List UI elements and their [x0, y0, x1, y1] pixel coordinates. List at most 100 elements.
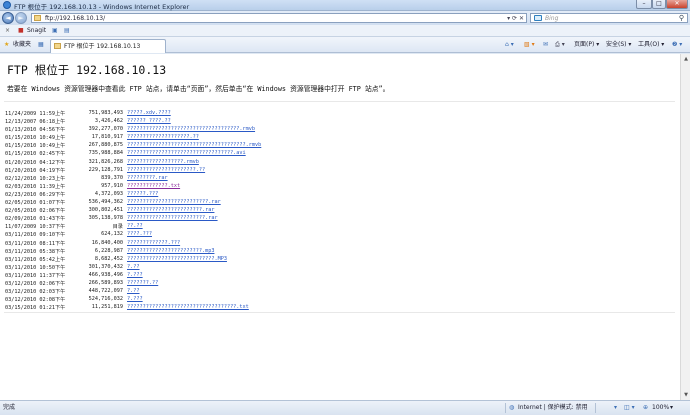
- file-size: 目录: [112, 224, 123, 231]
- file-size: 321,826,268: [88, 158, 123, 165]
- file-date: 01/20/2010 04:12下午: [5, 159, 66, 166]
- address-bar[interactable]: ftp://192.168.10.13/ ▾ ⟳ ✕: [31, 13, 527, 23]
- close-window-button[interactable]: ✕: [666, 0, 688, 9]
- page-title: FTP 根位于 192.168.10.13: [7, 63, 167, 77]
- file-link[interactable]: ?????.xdv.????: [127, 110, 171, 116]
- capture-icon[interactable]: ▣: [52, 26, 58, 36]
- addon-icon[interactable]: ◫ ▾: [624, 403, 635, 413]
- snagit-toolbar: × ■ Snagit ▣ ▤: [0, 25, 690, 37]
- file-link[interactable]: ?????????.rar: [127, 175, 168, 181]
- scroll-up-icon[interactable]: ▲: [682, 55, 690, 63]
- forward-button[interactable]: ►: [15, 12, 27, 24]
- file-link[interactable]: ????????????????????.??: [127, 134, 199, 140]
- file-date: 03/11/2010 09:10下午: [5, 232, 66, 239]
- popup-icon[interactable]: ▾: [614, 403, 617, 413]
- file-size: 536,494,362: [88, 199, 123, 206]
- file-size: 16,840,400: [91, 239, 123, 246]
- file-link[interactable]: ????????????????????????????.MP3: [127, 256, 227, 262]
- quick-tabs-icon[interactable]: ▦: [38, 40, 44, 50]
- page-menu[interactable]: 页面(P) ▾: [574, 40, 599, 50]
- close-toolbar-icon[interactable]: ×: [5, 26, 10, 36]
- help-menu[interactable]: ❷ ▾: [672, 40, 682, 50]
- file-link[interactable]: ?.???: [127, 272, 143, 278]
- file-link[interactable]: ???????.??: [127, 280, 158, 286]
- file-link[interactable]: ?.???: [127, 296, 143, 302]
- file-link[interactable]: ??????_????.??: [127, 118, 171, 124]
- maximize-button[interactable]: □: [652, 0, 666, 9]
- file-size: 751,983,493: [88, 110, 123, 116]
- file-link[interactable]: ??.??: [127, 223, 143, 229]
- file-size: 3,426,462: [94, 118, 123, 125]
- zoom-level[interactable]: 100%: [652, 403, 669, 413]
- file-size: 4,372,093: [94, 190, 123, 197]
- editor-icon[interactable]: ▤: [64, 26, 70, 36]
- refresh-stop-icons[interactable]: ▾ ⟳ ✕: [507, 14, 524, 23]
- security-zone[interactable]: Internet | 保护模式: 禁用: [518, 403, 588, 413]
- file-link[interactable]: ??????????????????????.??: [127, 167, 205, 173]
- file-size: 266,589,893: [88, 279, 123, 286]
- file-date: 02/03/2010 11:39上午: [5, 183, 66, 190]
- file-date: 12/13/2007 06:18上午: [5, 119, 66, 126]
- favorites-bar: ★ 收藏夹 ▦ FTP 根位于 192.168.10.13 ⌂ ▾ ▧ ▾ ✉ …: [0, 37, 690, 53]
- file-size: 466,938,496: [88, 271, 123, 278]
- file-link[interactable]: ?.??: [127, 288, 140, 294]
- file-date: 02/05/2010 02:06下午: [5, 208, 66, 215]
- file-link[interactable]: ?????????????.???: [127, 240, 180, 246]
- file-size: 8,682,452: [94, 255, 123, 262]
- file-size: 524,716,032: [88, 296, 123, 303]
- file-link[interactable]: ?????????????.txt: [127, 183, 180, 189]
- file-link[interactable]: ??????????????????????????????????.avi: [127, 150, 246, 156]
- file-link[interactable]: ????????????????????????.mp3: [127, 248, 214, 254]
- file-size: 839,370: [101, 174, 123, 181]
- file-link[interactable]: ?????????????????????????.rar: [127, 215, 218, 221]
- file-link[interactable]: ????????????????????????.rar: [127, 207, 214, 213]
- file-date: 03/11/2010 08:11下午: [5, 240, 66, 247]
- back-button[interactable]: ◄: [2, 12, 14, 24]
- file-date: 03/12/2010 02:06下午: [5, 280, 66, 287]
- snagit-button[interactable]: Snagit: [27, 26, 46, 36]
- address-input[interactable]: ftp://192.168.10.13/: [45, 14, 105, 23]
- feeds-icon[interactable]: ▧ ▾: [524, 40, 535, 50]
- file-date: 03/11/2010 10:50下午: [5, 264, 66, 271]
- zoom-icon[interactable]: ⊕: [643, 403, 648, 413]
- file-link[interactable]: ??????????????????????????.rar: [127, 199, 221, 205]
- favorites-star-icon[interactable]: ★: [4, 40, 9, 50]
- search-icon[interactable]: ⚲: [679, 14, 684, 23]
- page-content: FTP 根位于 192.168.10.13 若要在 Windows 资源管理器中…: [0, 54, 690, 400]
- tools-menu[interactable]: 工具(O) ▾: [638, 40, 664, 50]
- file-link[interactable]: ??????????????????????????????????????.r…: [127, 142, 261, 148]
- file-link[interactable]: ??????????????????.rmvb: [127, 159, 199, 165]
- file-link[interactable]: ????????????????????????????????????.rmv…: [127, 126, 255, 132]
- minimize-button[interactable]: –: [636, 0, 652, 9]
- search-box[interactable]: Bing ⚲: [530, 13, 688, 23]
- file-date: 03/11/2010 05:38下午: [5, 248, 66, 255]
- window-title: FTP 根位于 192.168.10.13 - Windows Internet…: [14, 3, 190, 11]
- read-mail-icon[interactable]: ✉: [543, 40, 548, 50]
- safety-menu[interactable]: 安全(S) ▾: [606, 40, 631, 50]
- title-bar[interactable]: FTP 根位于 192.168.10.13 - Windows Internet…: [0, 0, 690, 11]
- tab-ftp[interactable]: FTP 根位于 192.168.10.13: [50, 39, 166, 53]
- ftp-folder-icon: [54, 43, 61, 49]
- file-link[interactable]: ?.??: [127, 264, 140, 270]
- zoom-dropdown-icon[interactable]: ▾: [670, 403, 673, 413]
- file-date: 01/15/2010 02:45下午: [5, 151, 66, 158]
- scroll-down-icon[interactable]: ▼: [682, 391, 690, 399]
- bing-icon: [534, 15, 542, 21]
- ie-window: FTP 根位于 192.168.10.13 - Windows Internet…: [0, 0, 690, 415]
- file-link[interactable]: ????.???: [127, 231, 152, 237]
- file-link[interactable]: ???????????????????????????????????.txt: [127, 304, 249, 310]
- folder-icon: [34, 15, 41, 21]
- file-size: 392,277,070: [88, 126, 123, 133]
- file-date: 03/11/2010 05:42上午: [5, 256, 66, 263]
- print-icon[interactable]: ⎙ ▾: [555, 40, 565, 50]
- file-size: 624,132: [101, 231, 123, 238]
- file-date: 01/15/2010 10:49上午: [5, 135, 66, 142]
- search-input[interactable]: Bing: [545, 14, 558, 23]
- file-date: 02/05/2010 01:07下午: [5, 200, 66, 207]
- file-date: 01/13/2010 04:56下午: [5, 127, 66, 134]
- favorites-button[interactable]: 收藏夹: [13, 40, 31, 50]
- globe-icon: ◍: [509, 404, 515, 411]
- home-icon[interactable]: ⌂ ▾: [505, 40, 514, 50]
- vertical-scrollbar[interactable]: ▲ ▼: [680, 54, 690, 400]
- file-link[interactable]: ??????.???: [127, 191, 158, 197]
